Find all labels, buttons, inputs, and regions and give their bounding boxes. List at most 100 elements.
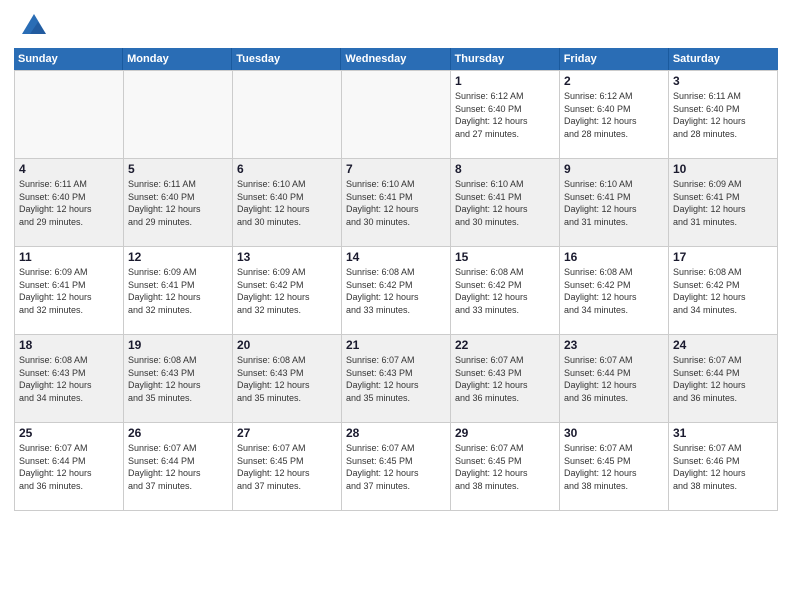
- day-number: 11: [19, 250, 119, 264]
- empty-cell: [233, 71, 342, 159]
- day-cell-19: 19 Sunrise: 6:08 AM Sunset: 6:43 PM Dayli…: [124, 335, 233, 423]
- day-number: 30: [564, 426, 664, 440]
- day-cell-2: 2 Sunrise: 6:12 AM Sunset: 6:40 PM Daylig…: [560, 71, 669, 159]
- day-number: 5: [128, 162, 228, 176]
- day-info: Sunrise: 6:07 AM Sunset: 6:45 PM Dayligh…: [564, 442, 664, 492]
- day-cell-10: 10 Sunrise: 6:09 AM Sunset: 6:41 PM Dayli…: [669, 159, 778, 247]
- day-cell-14: 14 Sunrise: 6:08 AM Sunset: 6:42 PM Dayli…: [342, 247, 451, 335]
- day-info: Sunrise: 6:07 AM Sunset: 6:46 PM Dayligh…: [673, 442, 773, 492]
- day-cell-21: 21 Sunrise: 6:07 AM Sunset: 6:43 PM Dayli…: [342, 335, 451, 423]
- day-number: 7: [346, 162, 446, 176]
- day-info: Sunrise: 6:10 AM Sunset: 6:41 PM Dayligh…: [564, 178, 664, 228]
- page-container: SundayMondayTuesdayWednesdayThursdayFrid…: [0, 0, 792, 511]
- day-cell-18: 18Sunrise: 6:08 AM Sunset: 6:43 PM Dayli…: [15, 335, 124, 423]
- day-number: 8: [455, 162, 555, 176]
- day-info: Sunrise: 6:07 AM Sunset: 6:44 PM Dayligh…: [564, 354, 664, 404]
- day-number: 18: [19, 338, 119, 352]
- logo: [20, 12, 52, 40]
- day-info: Sunrise: 6:09 AM Sunset: 6:42 PM Dayligh…: [237, 266, 337, 316]
- day-cell-24: 24 Sunrise: 6:07 AM Sunset: 6:44 PM Dayli…: [669, 335, 778, 423]
- day-info: Sunrise: 6:11 AM Sunset: 6:40 PM Dayligh…: [673, 90, 773, 140]
- day-info: Sunrise: 6:07 AM Sunset: 6:43 PM Dayligh…: [346, 354, 446, 404]
- day-number: 31: [673, 426, 773, 440]
- day-number: 10: [673, 162, 773, 176]
- day-info: Sunrise: 6:11 AM Sunset: 6:40 PM Dayligh…: [19, 178, 119, 228]
- day-number: 16: [564, 250, 664, 264]
- day-cell-9: 9 Sunrise: 6:10 AM Sunset: 6:41 PM Daylig…: [560, 159, 669, 247]
- day-cell-6: 6Sunrise: 6:10 AM Sunset: 6:40 PM Daylig…: [233, 159, 342, 247]
- day-number: 17: [673, 250, 773, 264]
- day-info: Sunrise: 6:07 AM Sunset: 6:45 PM Dayligh…: [237, 442, 337, 492]
- day-cell-3: 3Sunrise: 6:11 AM Sunset: 6:40 PM Daylig…: [669, 71, 778, 159]
- weekday-header-tuesday: Tuesday: [232, 48, 341, 70]
- day-number: 13: [237, 250, 337, 264]
- calendar: SundayMondayTuesdayWednesdayThursdayFrid…: [14, 48, 778, 511]
- day-cell-29: 29 Sunrise: 6:07 AM Sunset: 6:45 PM Dayli…: [451, 423, 560, 511]
- empty-cell: [15, 71, 124, 159]
- day-cell-17: 17Sunrise: 6:08 AM Sunset: 6:42 PM Dayli…: [669, 247, 778, 335]
- calendar-grid: 1 Sunrise: 6:12 AM Sunset: 6:40 PM Daylig…: [14, 70, 778, 511]
- day-info: Sunrise: 6:07 AM Sunset: 6:44 PM Dayligh…: [19, 442, 119, 492]
- weekday-header-friday: Friday: [560, 48, 669, 70]
- weekday-header-saturday: Saturday: [669, 48, 778, 70]
- day-cell-20: 20 Sunrise: 6:08 AM Sunset: 6:43 PM Dayli…: [233, 335, 342, 423]
- day-cell-23: 23 Sunrise: 6:07 AM Sunset: 6:44 PM Dayli…: [560, 335, 669, 423]
- weekday-header-sunday: Sunday: [14, 48, 123, 70]
- day-cell-28: 28Sunrise: 6:07 AM Sunset: 6:45 PM Dayli…: [342, 423, 451, 511]
- day-cell-13: 13 Sunrise: 6:09 AM Sunset: 6:42 PM Dayli…: [233, 247, 342, 335]
- day-number: 2: [564, 74, 664, 88]
- logo-icon: [20, 12, 48, 40]
- day-info: Sunrise: 6:09 AM Sunset: 6:41 PM Dayligh…: [19, 266, 119, 316]
- day-number: 21: [346, 338, 446, 352]
- day-info: Sunrise: 6:07 AM Sunset: 6:43 PM Dayligh…: [455, 354, 555, 404]
- day-cell-31: 31 Sunrise: 6:07 AM Sunset: 6:46 PM Dayli…: [669, 423, 778, 511]
- day-number: 19: [128, 338, 228, 352]
- day-cell-5: 5 Sunrise: 6:11 AM Sunset: 6:40 PM Daylig…: [124, 159, 233, 247]
- day-number: 27: [237, 426, 337, 440]
- day-info: Sunrise: 6:08 AM Sunset: 6:42 PM Dayligh…: [564, 266, 664, 316]
- empty-cell: [342, 71, 451, 159]
- day-cell-8: 8 Sunrise: 6:10 AM Sunset: 6:41 PM Daylig…: [451, 159, 560, 247]
- day-number: 4: [19, 162, 119, 176]
- day-cell-22: 22 Sunrise: 6:07 AM Sunset: 6:43 PM Dayli…: [451, 335, 560, 423]
- day-info: Sunrise: 6:09 AM Sunset: 6:41 PM Dayligh…: [673, 178, 773, 228]
- day-cell-7: 7 Sunrise: 6:10 AM Sunset: 6:41 PM Daylig…: [342, 159, 451, 247]
- day-number: 14: [346, 250, 446, 264]
- day-number: 22: [455, 338, 555, 352]
- header: [0, 0, 792, 48]
- day-info: Sunrise: 6:12 AM Sunset: 6:40 PM Dayligh…: [455, 90, 555, 140]
- day-cell-15: 15 Sunrise: 6:08 AM Sunset: 6:42 PM Dayli…: [451, 247, 560, 335]
- day-number: 29: [455, 426, 555, 440]
- day-cell-25: 25Sunrise: 6:07 AM Sunset: 6:44 PM Dayli…: [15, 423, 124, 511]
- day-cell-26: 26 Sunrise: 6:07 AM Sunset: 6:44 PM Dayli…: [124, 423, 233, 511]
- day-info: Sunrise: 6:07 AM Sunset: 6:44 PM Dayligh…: [673, 354, 773, 404]
- day-info: Sunrise: 6:07 AM Sunset: 6:45 PM Dayligh…: [455, 442, 555, 492]
- day-info: Sunrise: 6:08 AM Sunset: 6:43 PM Dayligh…: [237, 354, 337, 404]
- day-number: 6: [237, 162, 337, 176]
- day-number: 12: [128, 250, 228, 264]
- weekday-header-thursday: Thursday: [451, 48, 560, 70]
- day-info: Sunrise: 6:12 AM Sunset: 6:40 PM Dayligh…: [564, 90, 664, 140]
- day-number: 23: [564, 338, 664, 352]
- day-number: 26: [128, 426, 228, 440]
- day-number: 9: [564, 162, 664, 176]
- calendar-header: SundayMondayTuesdayWednesdayThursdayFrid…: [14, 48, 778, 70]
- day-info: Sunrise: 6:07 AM Sunset: 6:44 PM Dayligh…: [128, 442, 228, 492]
- day-info: Sunrise: 6:08 AM Sunset: 6:43 PM Dayligh…: [128, 354, 228, 404]
- day-info: Sunrise: 6:11 AM Sunset: 6:40 PM Dayligh…: [128, 178, 228, 228]
- day-info: Sunrise: 6:08 AM Sunset: 6:42 PM Dayligh…: [346, 266, 446, 316]
- day-cell-16: 16 Sunrise: 6:08 AM Sunset: 6:42 PM Dayli…: [560, 247, 669, 335]
- day-info: Sunrise: 6:08 AM Sunset: 6:42 PM Dayligh…: [455, 266, 555, 316]
- day-cell-27: 27 Sunrise: 6:07 AM Sunset: 6:45 PM Dayli…: [233, 423, 342, 511]
- day-cell-30: 30 Sunrise: 6:07 AM Sunset: 6:45 PM Dayli…: [560, 423, 669, 511]
- day-info: Sunrise: 6:10 AM Sunset: 6:41 PM Dayligh…: [455, 178, 555, 228]
- day-info: Sunrise: 6:10 AM Sunset: 6:41 PM Dayligh…: [346, 178, 446, 228]
- day-number: 20: [237, 338, 337, 352]
- day-number: 1: [455, 74, 555, 88]
- empty-cell: [124, 71, 233, 159]
- day-cell-4: 4 Sunrise: 6:11 AM Sunset: 6:40 PM Daylig…: [15, 159, 124, 247]
- day-cell-12: 12Sunrise: 6:09 AM Sunset: 6:41 PM Dayli…: [124, 247, 233, 335]
- day-number: 15: [455, 250, 555, 264]
- day-number: 28: [346, 426, 446, 440]
- day-number: 24: [673, 338, 773, 352]
